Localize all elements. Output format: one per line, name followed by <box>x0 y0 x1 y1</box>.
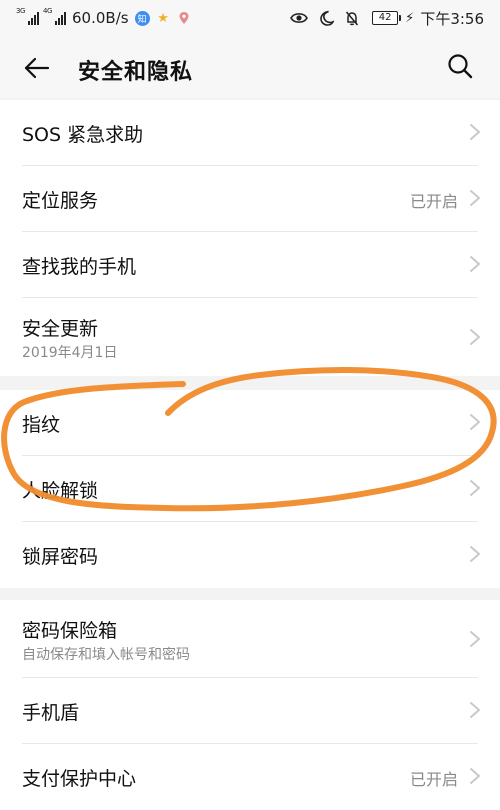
chevron-right-icon <box>470 768 480 784</box>
row-find-my-phone[interactable]: 查找我的手机 <box>0 232 500 298</box>
row-label: 支付保护中心 <box>22 768 137 790</box>
app-bar: 安全和隐私 <box>0 36 500 98</box>
moon-icon <box>318 10 335 26</box>
network-speed: 60.0B/s <box>72 9 129 27</box>
row-security-update[interactable]: 安全更新 2019年4月1日 <box>0 298 500 376</box>
search-icon <box>448 54 473 79</box>
row-sublabel: 2019年4月1日 <box>22 345 118 361</box>
row-label: 指纹 <box>22 414 61 436</box>
battery-icon: 42 ⚡ <box>372 11 414 26</box>
row-fingerprint[interactable]: 指纹 <box>0 390 500 456</box>
eye-icon <box>290 11 309 25</box>
page-title: 安全和隐私 <box>78 60 194 85</box>
row-label: 定位服务 <box>22 190 99 212</box>
signal-icon: 4G <box>43 7 66 25</box>
status-bar: 3G 4G 60.0B/s 知 ★ 42 ⚡ 下午3:56 <box>0 0 500 36</box>
row-payment-protection[interactable]: 支付保护中心 已开启 <box>0 744 500 810</box>
location-pin-icon <box>177 11 192 26</box>
row-label: 人脸解锁 <box>22 480 99 502</box>
row-lock-screen-password[interactable]: 锁屏密码 <box>0 522 500 588</box>
status-bar-left: 3G 4G 60.0B/s 知 ★ <box>16 5 198 31</box>
chevron-right-icon <box>470 546 480 562</box>
row-face-unlock[interactable]: 人脸解锁 <box>0 456 500 522</box>
chevron-right-icon <box>470 329 480 345</box>
row-phone-shield[interactable]: 手机盾 <box>0 678 500 744</box>
row-sublabel: 自动保存和填入帐号和密码 <box>22 647 190 663</box>
signal-icon: 3G <box>16 7 39 25</box>
row-location-service[interactable]: 定位服务 已开启 <box>0 166 500 232</box>
arrow-left-icon <box>24 57 50 79</box>
chevron-right-icon <box>470 414 480 430</box>
settings-group-security: SOS 紧急求助 定位服务 已开启 查找我的手机 安全更新 2019年4月1日 <box>0 100 500 376</box>
settings-group-unlock: 指纹 人脸解锁 锁屏密码 <box>0 390 500 588</box>
chevron-right-icon <box>470 256 480 272</box>
chevron-right-icon <box>470 480 480 496</box>
star-icon: ★ <box>157 10 169 26</box>
row-label: SOS 紧急求助 <box>22 124 144 146</box>
chevron-right-icon <box>470 702 480 718</box>
status-bar-right: 42 ⚡ 下午3:56 <box>280 5 484 31</box>
row-sos-emergency[interactable]: SOS 紧急求助 <box>0 100 500 166</box>
row-password-vault[interactable]: 密码保险箱 自动保存和填入帐号和密码 <box>0 600 500 678</box>
mute-bell-icon <box>344 10 360 26</box>
row-label: 锁屏密码 <box>22 546 99 568</box>
chevron-right-icon <box>470 631 480 647</box>
back-button[interactable] <box>18 49 56 87</box>
row-label: 手机盾 <box>22 702 80 724</box>
row-label: 安全更新 <box>22 318 99 340</box>
search-button[interactable] <box>444 50 476 82</box>
row-status-value: 已开启 <box>409 770 458 789</box>
status-time: 下午3:56 <box>420 9 484 28</box>
chevron-right-icon <box>470 124 480 140</box>
row-label: 密码保险箱 <box>22 620 118 642</box>
settings-group-privacy: 密码保险箱 自动保存和填入帐号和密码 手机盾 支付保护中心 已开启 <box>0 600 500 810</box>
zhihu-app-icon: 知 <box>134 10 150 26</box>
row-label: 查找我的手机 <box>22 256 137 278</box>
row-status-value: 已开启 <box>409 192 458 211</box>
chevron-right-icon <box>470 190 480 206</box>
